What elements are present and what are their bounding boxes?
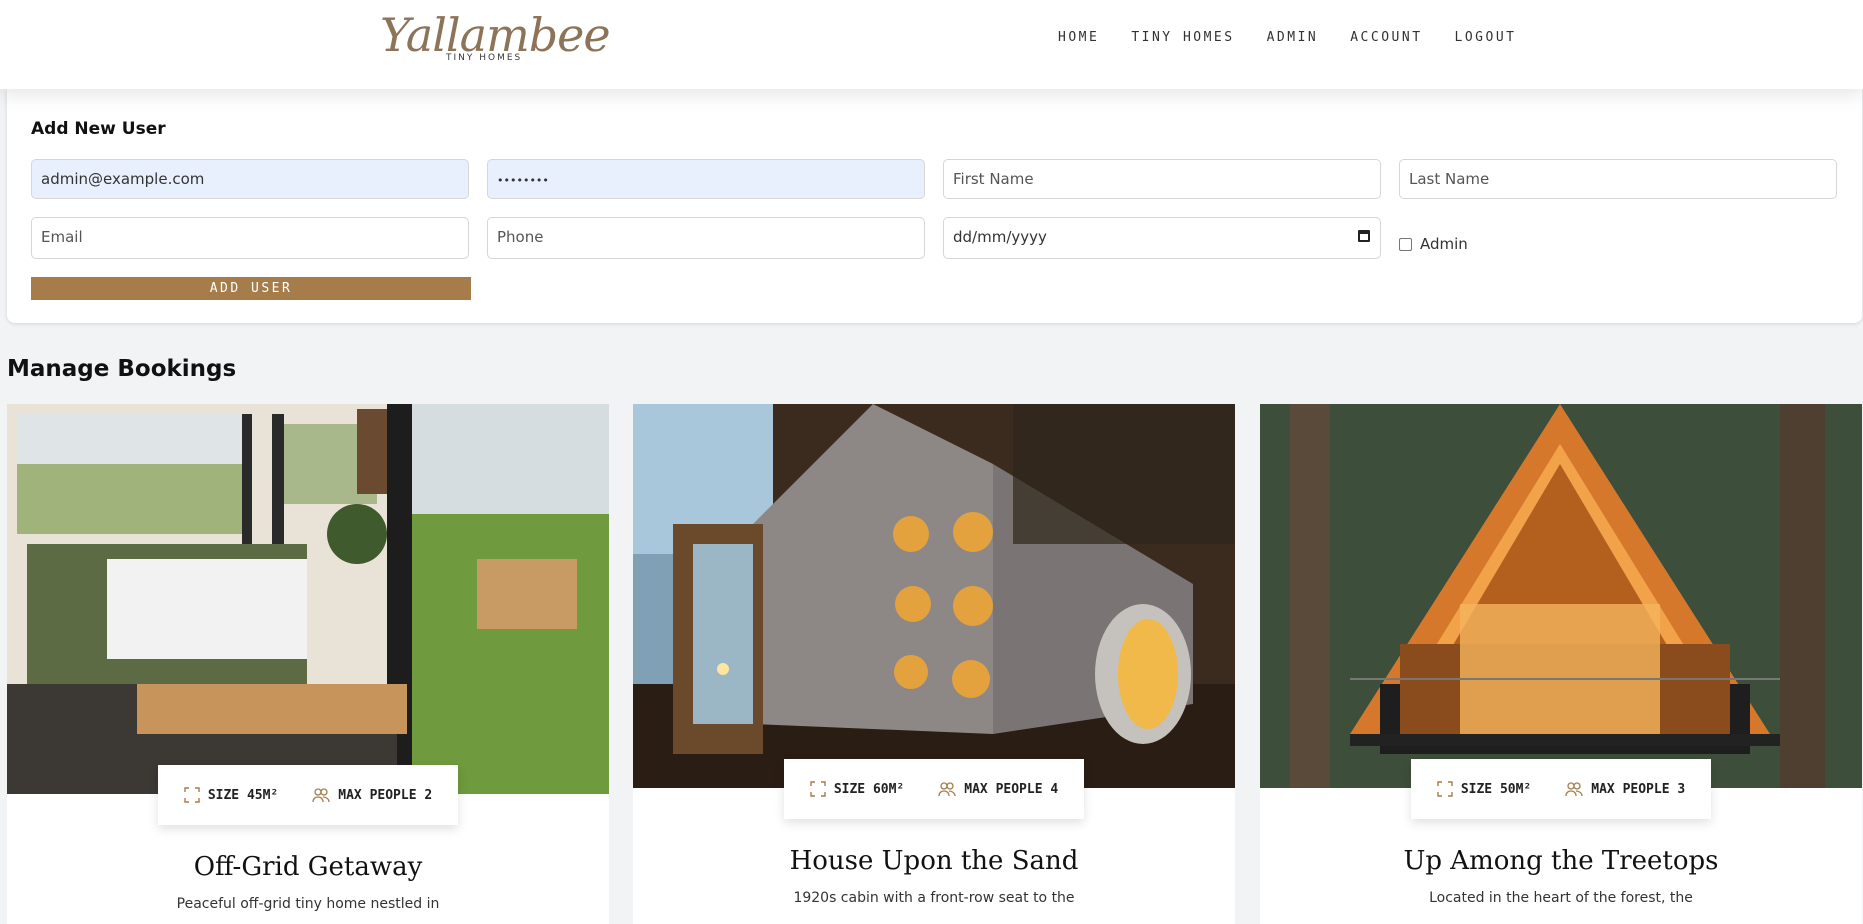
add-user-button[interactable]: ADD USER: [31, 277, 471, 300]
people-icon: [938, 782, 956, 797]
nav-logout[interactable]: LOGOUT: [1455, 28, 1517, 48]
size-label: SIZE 50M²: [1460, 781, 1532, 797]
card-title: Off-Grid Getaway: [193, 852, 423, 882]
card-stats-badge: SIZE 45M² MAX PEOPLE 2: [158, 765, 458, 825]
nav-account[interactable]: ACCOUNT: [1350, 28, 1422, 48]
expand-icon: [184, 787, 200, 803]
booking-card[interactable]: SIZE 60M² MAX PEOPLE 4 House Upon the Sa…: [633, 404, 1235, 924]
site-header: Yallambee TINY HOMES HOME TINY HOMES ADM…: [0, 0, 1863, 89]
admin-label: Admin: [1420, 235, 1468, 253]
people-label: MAX PEOPLE 4: [964, 781, 1059, 797]
card-title: House Upon the Sand: [789, 846, 1079, 876]
booking-card[interactable]: SIZE 50M² MAX PEOPLE 3 Up Among the Tree…: [1260, 404, 1862, 924]
manage-bookings-title: Manage Bookings: [7, 356, 237, 382]
size-label: SIZE 45M²: [207, 787, 279, 803]
last-name-placeholder: Last Name: [1409, 170, 1490, 188]
calendar-icon[interactable]: [1358, 230, 1370, 242]
username-value: admin@example.com: [41, 170, 205, 188]
nav-admin[interactable]: ADMIN: [1267, 28, 1319, 48]
date-input[interactable]: dd/mm/yyyy: [943, 217, 1381, 259]
main-nav: HOME TINY HOMES ADMIN ACCOUNT LOGOUT: [1058, 28, 1549, 48]
booking-image-treetops: [1260, 404, 1862, 788]
phone-placeholder: Phone: [497, 228, 544, 246]
logo-subtitle: TINY HOMES: [446, 53, 523, 63]
add-user-title: Add New User: [31, 119, 166, 139]
size-stat: SIZE 60M²: [810, 781, 904, 797]
site-logo[interactable]: Yallambee TINY HOMES: [380, 8, 611, 68]
people-icon: [1565, 782, 1583, 797]
people-icon: [312, 788, 330, 803]
expand-icon: [810, 781, 826, 797]
card-description: 1920s cabin with a front-row seat to the: [793, 890, 1075, 906]
date-placeholder: dd/mm/yyyy: [953, 228, 1047, 246]
people-label: MAX PEOPLE 2: [338, 787, 433, 803]
first-name-placeholder: First Name: [953, 170, 1034, 188]
admin-checkbox-row: Admin: [1399, 235, 1468, 253]
nav-home[interactable]: HOME: [1058, 28, 1099, 48]
card-stats-badge: SIZE 50M² MAX PEOPLE 3: [1411, 759, 1711, 819]
people-stat: MAX PEOPLE 3: [1565, 781, 1685, 797]
people-label: MAX PEOPLE 3: [1591, 781, 1686, 797]
booking-card[interactable]: SIZE 45M² MAX PEOPLE 2 Off-Grid Getaway …: [7, 404, 609, 924]
expand-icon: [1437, 781, 1453, 797]
card-title: Up Among the Treetops: [1403, 846, 1719, 876]
nav-tiny-homes[interactable]: TINY HOMES: [1131, 28, 1234, 48]
last-name-input[interactable]: Last Name: [1399, 159, 1837, 199]
email-placeholder: Email: [41, 228, 83, 246]
size-stat: SIZE 50M²: [1437, 781, 1531, 797]
phone-input[interactable]: Phone: [487, 217, 925, 259]
card-stats-badge: SIZE 60M² MAX PEOPLE 4: [784, 759, 1084, 819]
people-stat: MAX PEOPLE 4: [938, 781, 1058, 797]
password-value: ••••••••: [497, 174, 549, 187]
booking-image-house-sand: [633, 404, 1235, 788]
username-input[interactable]: admin@example.com: [31, 159, 469, 199]
card-description: Located in the heart of the forest, the: [1429, 890, 1693, 906]
card-description: Peaceful off-grid tiny home nestled in: [176, 896, 440, 912]
size-stat: SIZE 45M²: [184, 787, 278, 803]
add-user-card: Add New User admin@example.com •••••••• …: [7, 89, 1862, 323]
booking-image-off-grid: [7, 404, 609, 794]
email-input[interactable]: Email: [31, 217, 469, 259]
size-label: SIZE 60M²: [833, 781, 905, 797]
password-input[interactable]: ••••••••: [487, 159, 925, 199]
first-name-input[interactable]: First Name: [943, 159, 1381, 199]
people-stat: MAX PEOPLE 2: [312, 787, 432, 803]
admin-checkbox[interactable]: [1399, 237, 1412, 251]
